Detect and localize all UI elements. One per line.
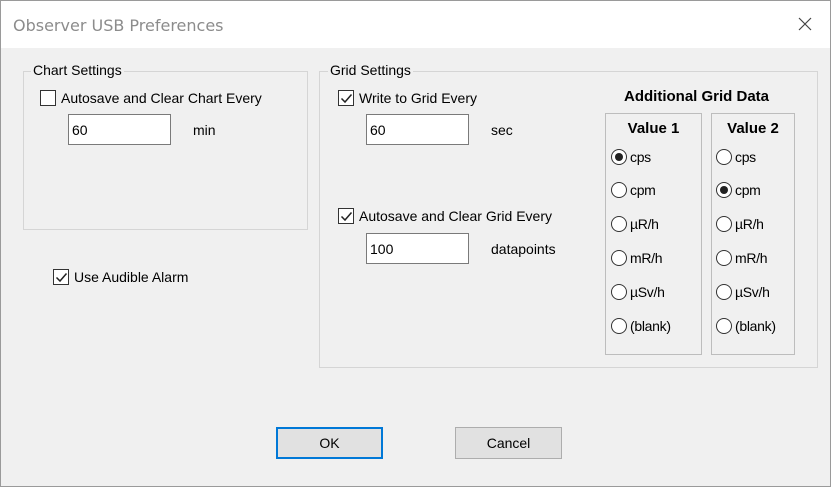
audible-alarm-checkbox-row[interactable]: Use Audible Alarm xyxy=(53,269,188,285)
value2-radio-ur-h[interactable] xyxy=(716,216,732,232)
value1-heading: Value 1 xyxy=(627,120,680,137)
value1-radio-usv-h[interactable] xyxy=(611,284,627,300)
value2-radio-blank[interactable] xyxy=(716,318,732,334)
grid-settings-title: Grid Settings xyxy=(328,62,413,78)
write-grid-checkbox-row[interactable]: Write to Grid Every xyxy=(338,90,477,106)
chart-interval-unit: min xyxy=(193,122,216,138)
audible-alarm-checkbox[interactable] xyxy=(53,269,69,285)
value2-option-mr-h[interactable]: mR/h xyxy=(716,250,768,266)
checkmark-icon xyxy=(340,212,353,222)
chart-autosave-checkbox-row[interactable]: Autosave and Clear Chart Every xyxy=(40,90,262,106)
value2-radio-cps[interactable] xyxy=(716,149,732,165)
title-bar: Observer USB Preferences xyxy=(1,1,830,48)
value2-option-label: cpm xyxy=(735,182,761,198)
write-grid-interval-input[interactable] xyxy=(366,114,469,145)
window-title: Observer USB Preferences xyxy=(13,16,224,35)
grid-autosave-label: Autosave and Clear Grid Every xyxy=(359,208,552,224)
write-grid-unit: sec xyxy=(491,122,513,138)
value1-option-mr-h[interactable]: mR/h xyxy=(611,250,663,266)
value2-option-cpm[interactable]: cpm xyxy=(716,182,761,198)
value1-option-label: cps xyxy=(630,149,651,165)
value2-option-ur-h[interactable]: µR/h xyxy=(716,216,764,232)
cancel-button[interactable]: Cancel xyxy=(455,427,562,459)
value2-heading: Value 2 xyxy=(727,120,779,137)
value2-option-label: µSv/h xyxy=(735,284,770,300)
value2-radio-usv-h[interactable] xyxy=(716,284,732,300)
value2-option-label: µR/h xyxy=(735,216,764,232)
value1-option-blank[interactable]: (blank) xyxy=(611,318,671,334)
write-grid-label: Write to Grid Every xyxy=(359,90,477,106)
close-icon xyxy=(798,17,812,31)
value1-option-cpm[interactable]: cpm xyxy=(611,182,656,198)
value1-radio-cps[interactable] xyxy=(611,149,627,165)
chart-interval-input[interactable] xyxy=(68,114,171,145)
grid-autosave-checkbox[interactable] xyxy=(338,208,354,224)
value2-option-blank[interactable]: (blank) xyxy=(716,318,776,334)
value1-option-ur-h[interactable]: µR/h xyxy=(611,216,659,232)
value1-radio-ur-h[interactable] xyxy=(611,216,627,232)
value2-option-label: mR/h xyxy=(735,250,768,266)
chart-autosave-label: Autosave and Clear Chart Every xyxy=(61,90,262,106)
value1-option-label: cpm xyxy=(630,182,656,198)
grid-autosave-input[interactable] xyxy=(366,233,469,264)
checkmark-icon xyxy=(55,273,68,283)
additional-grid-data-heading: Additional Grid Data xyxy=(624,88,770,105)
grid-autosave-unit: datapoints xyxy=(491,241,556,257)
chart-settings-title: Chart Settings xyxy=(31,62,124,78)
close-button[interactable] xyxy=(783,5,827,43)
value1-radio-mr-h[interactable] xyxy=(611,250,627,266)
value1-option-label: µSv/h xyxy=(630,284,665,300)
write-grid-checkbox[interactable] xyxy=(338,90,354,106)
value1-radio-blank[interactable] xyxy=(611,318,627,334)
ok-button[interactable]: OK xyxy=(276,427,383,459)
value2-option-label: cps xyxy=(735,149,756,165)
chart-autosave-checkbox[interactable] xyxy=(40,90,56,106)
grid-autosave-checkbox-row[interactable]: Autosave and Clear Grid Every xyxy=(338,208,552,224)
value1-option-label: mR/h xyxy=(630,250,663,266)
value1-option-cps[interactable]: cps xyxy=(611,149,651,165)
preferences-dialog: Observer USB Preferences Chart Settings … xyxy=(0,0,831,487)
value1-option-usv-h[interactable]: µSv/h xyxy=(611,284,665,300)
audible-alarm-label: Use Audible Alarm xyxy=(74,269,189,285)
checkmark-icon xyxy=(340,94,353,104)
value1-radio-cpm[interactable] xyxy=(611,182,627,198)
value2-panel: Value 2 cps cpm µR/h mR/h µSv/h (blank) xyxy=(711,113,795,355)
value2-option-usv-h[interactable]: µSv/h xyxy=(716,284,770,300)
value1-option-label: µR/h xyxy=(630,216,659,232)
value1-option-label: (blank) xyxy=(630,318,671,334)
value2-option-cps[interactable]: cps xyxy=(716,149,756,165)
value2-option-label: (blank) xyxy=(735,318,776,334)
value1-panel: Value 1 cps cpm µR/h mR/h µSv/h (blank) xyxy=(605,113,702,355)
value2-radio-mr-h[interactable] xyxy=(716,250,732,266)
value2-radio-cpm[interactable] xyxy=(716,182,732,198)
